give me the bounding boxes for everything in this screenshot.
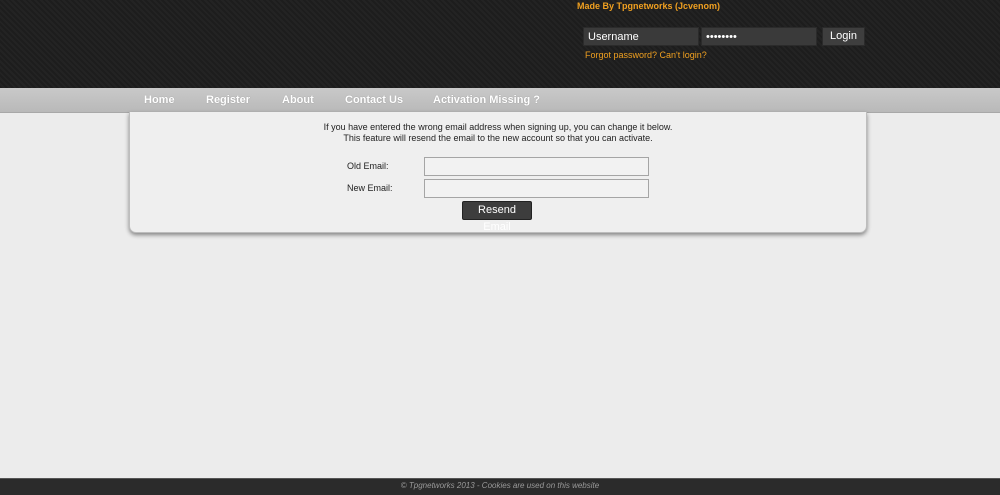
info-message-line-1: If you have entered the wrong email addr… bbox=[323, 122, 673, 132]
footer: © Tpgnetworks 2013 - Cookies are used on… bbox=[0, 478, 1000, 495]
nav-item-contact-us[interactable]: Contact Us bbox=[345, 94, 403, 106]
nav-item-register[interactable]: Register bbox=[206, 94, 250, 106]
nav-item-home[interactable]: Home bbox=[144, 94, 175, 106]
old-email-field[interactable] bbox=[424, 157, 649, 176]
site-credit: Made By Tpgnetworks (Jcvenom) bbox=[577, 1, 721, 11]
new-email-label: New Email: bbox=[347, 183, 393, 193]
top-header: Made By Tpgnetworks (Jcvenom) Login Forg… bbox=[0, 0, 1000, 88]
password-input[interactable] bbox=[701, 27, 817, 46]
nav-item-activation-missing[interactable]: Activation Missing ? bbox=[433, 94, 540, 106]
forgot-password-link[interactable]: Forgot password? Can't login? bbox=[585, 50, 707, 60]
old-email-label: Old Email: bbox=[347, 161, 389, 171]
footer-text: © Tpgnetworks 2013 - Cookies are used on… bbox=[400, 481, 600, 490]
username-input[interactable] bbox=[583, 27, 699, 46]
new-email-field[interactable] bbox=[424, 179, 649, 198]
resend-email-panel: If you have entered the wrong email addr… bbox=[129, 112, 867, 233]
resend-email-button[interactable]: Resend Email bbox=[462, 201, 532, 233]
login-button[interactable]: Login bbox=[822, 27, 865, 46]
main-nav: Home Register About Contact Us Activatio… bbox=[0, 88, 1000, 113]
nav-item-about[interactable]: About bbox=[282, 94, 314, 106]
info-message-line-2: This feature will resend the email to th… bbox=[343, 133, 653, 143]
